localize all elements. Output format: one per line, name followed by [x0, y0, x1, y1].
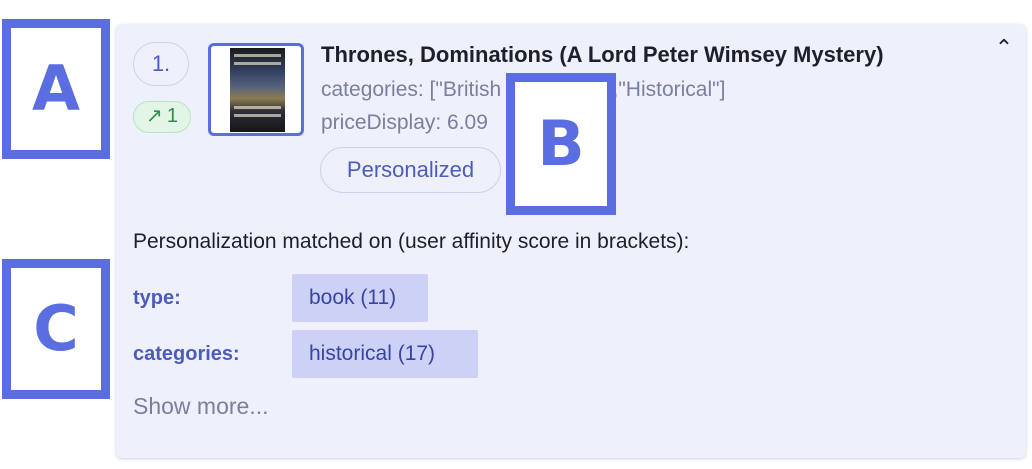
book-cover-image — [230, 48, 285, 132]
rank-badge: 1. — [133, 42, 189, 86]
book-thumbnail[interactable] — [208, 43, 304, 136]
stage: ⌃ 1. ↗ 1 Thrones, Dominations (A Lord Pet… — [0, 0, 1032, 469]
personalization-heading: Personalization matched on (user affinit… — [133, 230, 690, 253]
attribute-value-type: book (11) — [292, 274, 428, 322]
personalized-tag: Personalized — [320, 147, 501, 193]
item-price: priceDisplay: 6.09 — [321, 111, 488, 134]
attribute-value-categories: historical (17) — [292, 330, 478, 378]
show-more-link[interactable]: Show more... — [133, 393, 269, 420]
overlay-label-a: A — [2, 19, 110, 159]
overlay-label-b: B — [506, 73, 616, 215]
attribute-label-type: type: — [133, 287, 181, 309]
attribute-label-categories: categories: — [133, 343, 240, 365]
collapse-chevron-up-icon[interactable]: ⌃ — [992, 36, 1016, 60]
rank-change-value: 1 — [166, 105, 178, 127]
rank-change-badge: ↗ 1 — [133, 101, 191, 133]
overlay-label-c: C — [2, 259, 110, 399]
item-title[interactable]: Thrones, Dominations (A Lord Peter Wimse… — [321, 42, 884, 68]
arrow-up-right-icon: ↗ — [146, 105, 163, 127]
